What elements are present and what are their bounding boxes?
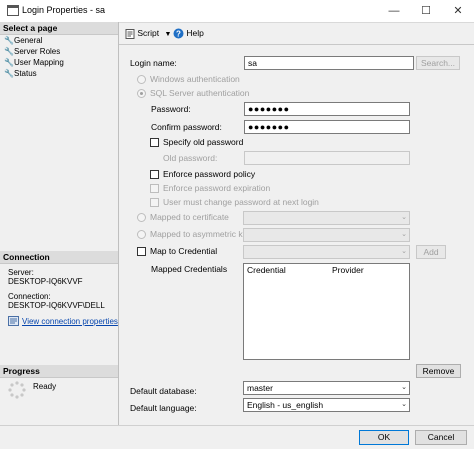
maximize-button[interactable]: ☐ [410,0,442,22]
minimize-button[interactable]: — [378,0,410,22]
confirm-password-label: Confirm password: [151,122,222,132]
chevron-down-icon: ⌄ [401,384,407,391]
column-header-provider[interactable]: Provider [329,264,409,276]
mapped-credentials-grid[interactable]: Credential Provider [243,263,410,360]
page-item-user-mapping[interactable]: 🔧User Mapping [4,57,64,68]
sql-auth-radio[interactable] [137,89,146,98]
confirm-password-field[interactable]: ●●●●●●● [244,120,410,134]
connection-value: DESKTOP-IQ6KVVF\DELL [8,301,105,310]
password-label: Password: [151,104,191,114]
must-change-password-checkbox[interactable] [150,198,159,207]
chevron-down-icon: ⌄ [401,231,407,238]
server-value: DESKTOP-IQ6KVVF [8,277,83,286]
mapped-to-asymmetric-key-label: Mapped to asymmetric key [150,229,252,239]
close-button[interactable]: ✕ [442,0,474,22]
must-change-password-label: User must change password at next login [163,197,319,207]
remove-button[interactable]: Remove [416,364,461,378]
select-page-header: Select a page [0,22,118,35]
enforce-password-expiration-label: Enforce password expiration [163,183,271,193]
chevron-down-icon: ⌄ [401,248,407,255]
default-language-label: Default language: [130,403,197,413]
svg-text:?: ? [176,30,181,39]
chevron-down-icon: ⌄ [401,214,407,221]
window-title: Login Properties - sa [22,5,106,15]
left-pane: Select a page 🔧General 🔧Server Roles 🔧Us… [0,22,119,434]
mapped-credentials-label: Mapped Credentials [151,264,228,274]
certificate-select[interactable]: ⌄ [243,211,410,225]
dialog-button-bar: OK Cancel [0,425,474,449]
view-connection-properties-link[interactable]: View connection properties [22,317,118,327]
window-icon [7,5,19,16]
default-database-select[interactable]: master ⌄ [243,381,410,395]
title-bar: Login Properties - sa — ☐ ✕ [0,0,474,23]
progress-status: Ready [33,382,57,391]
add-credential-button[interactable]: Add [416,245,446,259]
enforce-password-expiration-checkbox[interactable] [150,184,159,193]
old-password-field[interactable] [244,151,410,165]
wrench-icon: 🔧 [4,47,14,56]
column-header-credential[interactable]: Credential [244,264,329,276]
cancel-button[interactable]: Cancel [415,430,467,445]
help-icon: ? [173,28,184,39]
map-to-credential-checkbox[interactable] [137,247,146,256]
map-to-credential-label: Map to Credential [150,246,218,256]
login-name-label: Login name: [130,58,177,68]
specify-old-password-checkbox[interactable] [150,138,159,147]
wrench-icon: 🔧 [4,69,14,78]
ok-button[interactable]: OK [359,430,409,445]
script-icon [125,28,135,39]
mapped-to-certificate-label: Mapped to certificate [150,212,229,222]
progress-spinner-icon [8,381,26,399]
enforce-password-policy-label: Enforce password policy [163,169,256,179]
connection-properties-icon [8,316,19,326]
help-button[interactable]: ? Help [173,26,204,40]
old-password-label: Old password: [163,153,218,163]
chevron-down-icon: ▼ [164,31,172,38]
windows-auth-radio[interactable] [137,75,146,84]
enforce-password-policy-checkbox[interactable] [150,170,159,179]
password-field[interactable]: ●●●●●●● [244,102,410,116]
page-item-server-roles[interactable]: 🔧Server Roles [4,46,60,57]
wrench-icon: 🔧 [4,36,14,45]
search-button[interactable]: Search... [416,56,460,70]
progress-header: Progress [0,365,118,378]
wrench-icon: 🔧 [4,58,14,67]
windows-auth-label: Windows authentication [150,74,240,84]
default-database-label: Default database: [130,386,197,396]
page-item-general[interactable]: 🔧General [4,35,42,46]
page-item-status[interactable]: 🔧Status [4,68,37,79]
script-button[interactable]: Script ▼ [125,26,171,40]
toolbar: Script ▼ ? Help [119,22,474,45]
login-name-field[interactable]: sa [244,56,414,70]
connection-header: Connection [0,251,118,264]
asymmetric-key-select[interactable]: ⌄ [243,228,410,242]
specify-old-password-label: Specify old password [163,137,244,147]
default-language-select[interactable]: English - us_english ⌄ [243,398,410,412]
credential-select[interactable]: ⌄ [243,245,410,259]
mapped-to-asymmetric-key-radio[interactable] [137,230,146,239]
chevron-down-icon: ⌄ [401,401,407,408]
mapped-to-certificate-radio[interactable] [137,213,146,222]
sql-auth-label: SQL Server authentication [150,88,250,98]
